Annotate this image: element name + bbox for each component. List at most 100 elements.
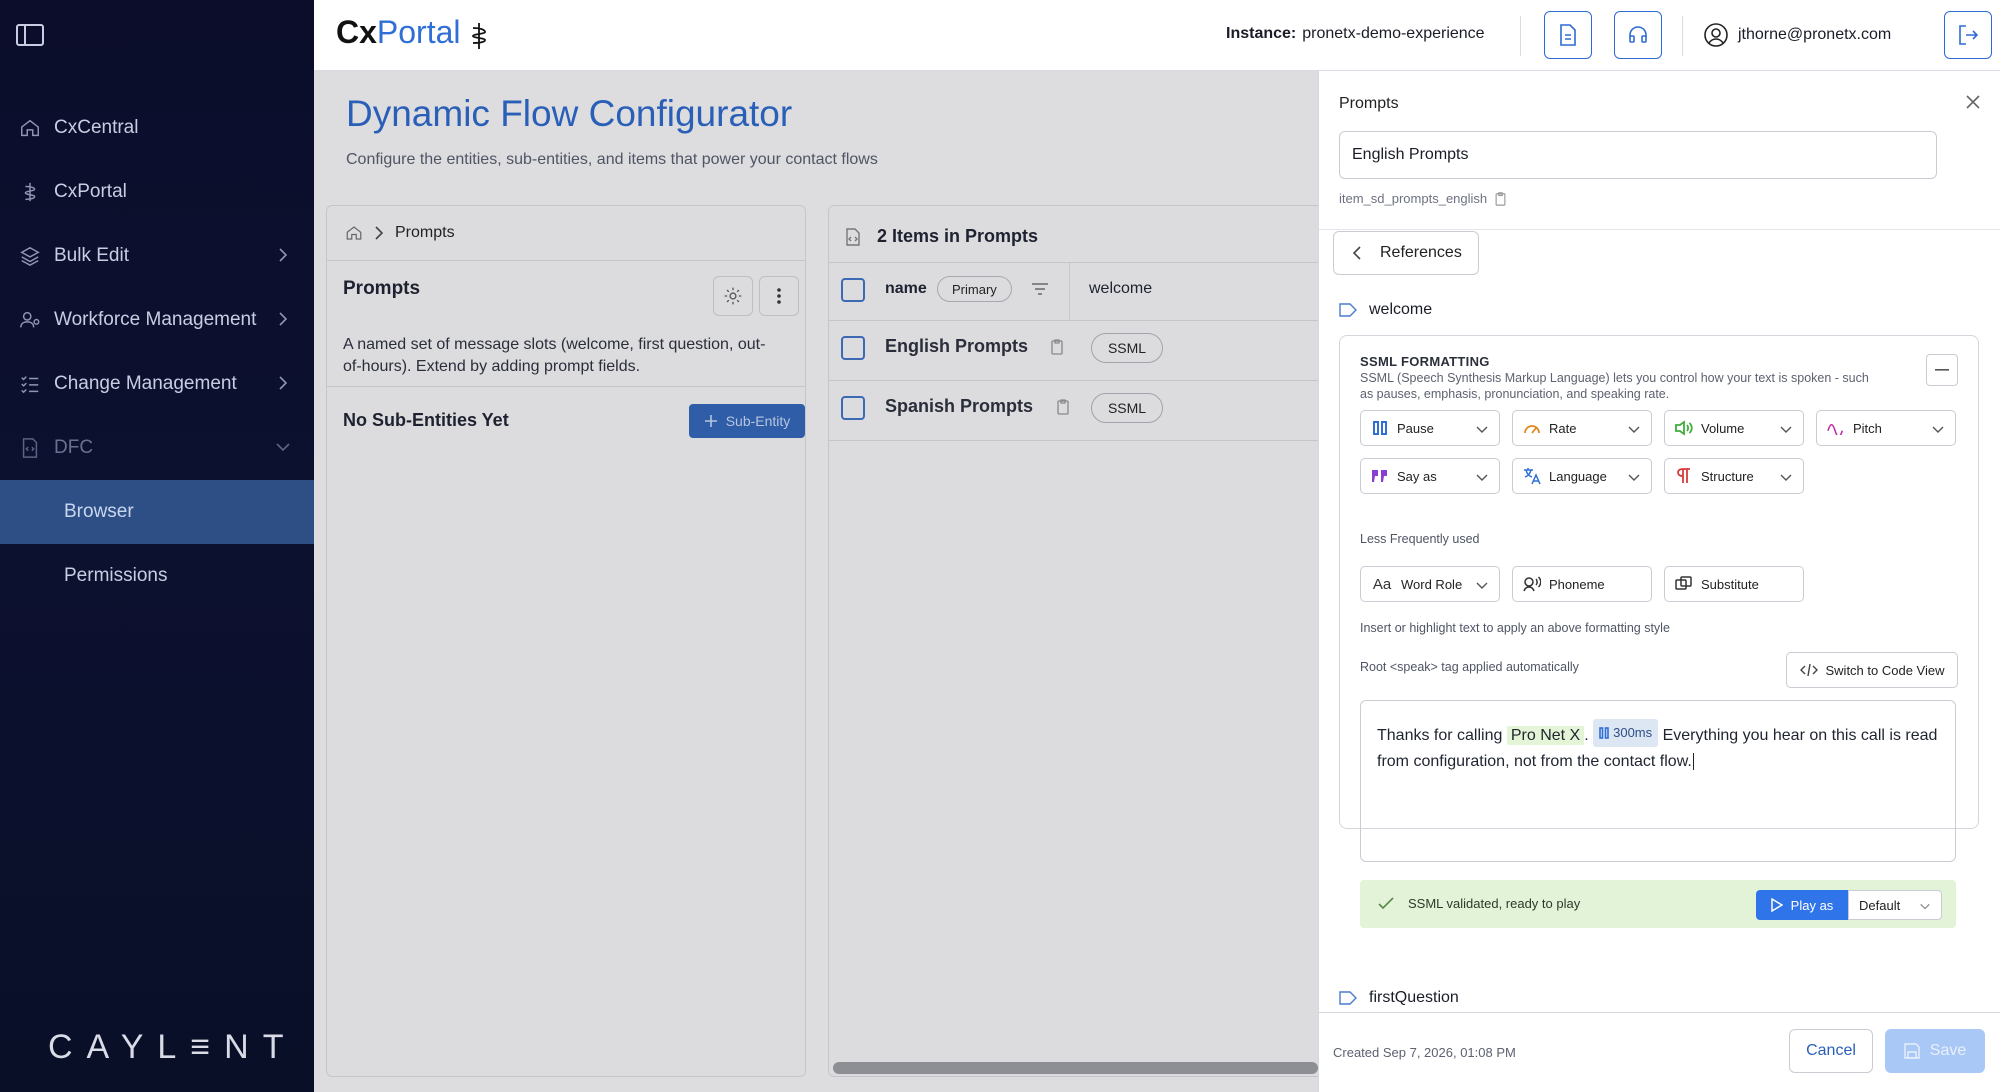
item-name-input[interactable] (1339, 131, 1937, 179)
documents-button[interactable] (1544, 11, 1592, 59)
chevron-down-icon (1475, 578, 1489, 592)
entity-more-button[interactable] (759, 276, 799, 316)
substitute-tool-button[interactable]: Substitute (1664, 566, 1804, 602)
sidebar-item-cxcentral[interactable]: CxCentral (0, 96, 314, 160)
created-timestamp: Created Sep 7, 2026, 01:08 PM (1333, 1045, 1516, 1060)
paragraph-icon (1675, 467, 1693, 485)
tool-label: Pitch (1853, 420, 1882, 436)
cancel-button[interactable]: Cancel (1789, 1029, 1873, 1073)
sidebar-toggle-icon[interactable] (16, 24, 44, 46)
breadcrumb: Prompts (345, 224, 455, 242)
support-button[interactable] (1614, 11, 1662, 59)
pause-tool-button[interactable]: Pause (1360, 410, 1500, 446)
voice-select[interactable]: Default (1848, 890, 1942, 920)
column-header-welcome[interactable]: welcome (1089, 280, 1152, 298)
ssml-text-editor[interactable]: Thanks for calling Pro Net X. 300ms Ever… (1360, 700, 1956, 862)
sidebar-item-workforce-management[interactable]: Workforce Management (0, 288, 314, 352)
chevron-down-icon (1919, 900, 1931, 912)
checklist-icon (18, 372, 42, 396)
item-id-text: item_sd_prompts_english (1339, 191, 1488, 206)
filter-icon[interactable] (1031, 282, 1049, 296)
ssml-badge[interactable]: SSML (1091, 393, 1163, 423)
slot-label: welcome (1369, 301, 1433, 318)
tool-label: Substitute (1701, 576, 1759, 592)
copy-icon[interactable] (1051, 339, 1063, 355)
structure-tool-button[interactable]: Structure (1664, 458, 1804, 494)
horizontal-scrollbar[interactable] (833, 1062, 1318, 1074)
code-icon (1799, 663, 1818, 677)
row-checkbox[interactable] (841, 396, 865, 420)
formatting-hint: Insert or highlight text to apply an abo… (1360, 621, 1670, 635)
sidebar-item-label: Change Management (54, 373, 237, 394)
validation-bar: SSML validated, ready to play Play as De… (1360, 880, 1956, 928)
save-button[interactable]: Save (1885, 1029, 1985, 1073)
play-as-button[interactable]: Play as (1756, 890, 1848, 920)
minus-icon (1935, 369, 1949, 371)
references-button[interactable]: References (1333, 231, 1479, 275)
home-icon[interactable] (345, 224, 363, 242)
add-sub-entity-button[interactable]: Sub-Entity (689, 404, 805, 438)
item-id: item_sd_prompts_english (1339, 191, 1506, 206)
sidebar-item-label: CxCentral (54, 117, 139, 138)
entity-card: Prompts Prompts A named set of message s… (326, 205, 806, 1077)
row-name[interactable]: English Prompts (885, 336, 1028, 357)
less-frequent-label: Less Frequently used (1360, 532, 1480, 546)
highlighted-text[interactable]: Pro Net X (1506, 726, 1585, 745)
sidebar-item-dfc[interactable]: DFC (0, 416, 314, 480)
row-name[interactable]: Spanish Prompts (885, 396, 1033, 417)
column-header-name[interactable]: name (885, 280, 927, 298)
divider (1069, 262, 1070, 320)
slot-label: firstQuestion (1369, 989, 1459, 1006)
tool-label: Volume (1701, 420, 1745, 436)
language-tool-button[interactable]: Language (1512, 458, 1652, 494)
main-content: Dynamic Flow Configurator Configure the … (314, 71, 1332, 1092)
chevron-down-icon (1779, 470, 1793, 484)
pause-icon (1599, 727, 1609, 739)
chevron-down-icon (274, 438, 292, 456)
sidebar-item-change-management[interactable]: Change Management (0, 352, 314, 416)
tool-label: Pause (1397, 420, 1434, 436)
user-menu[interactable]: jthorne@pronetx.com (1704, 23, 1891, 47)
divider (829, 320, 1332, 321)
phoneme-tool-button[interactable]: Phoneme (1512, 566, 1652, 602)
collapse-button[interactable] (1926, 354, 1958, 386)
quote-icon (1371, 467, 1389, 485)
rate-tool-button[interactable]: Rate (1512, 410, 1652, 446)
sidebar-subitem-permissions[interactable]: Permissions (0, 544, 314, 608)
sidebar-item-cxportal[interactable]: CxPortal (0, 160, 314, 224)
portal-icon (18, 180, 42, 204)
panel-label: Prompts (1339, 95, 1399, 112)
speaker-slot-icon (1339, 990, 1359, 1006)
divider (829, 380, 1332, 381)
ssml-badge[interactable]: SSML (1091, 333, 1163, 363)
copy-icon[interactable] (1057, 399, 1069, 415)
app-logo[interactable]: CxPortal (336, 14, 461, 51)
select-all-checkbox[interactable] (841, 278, 865, 302)
sidebar-subitem-browser[interactable]: Browser (0, 480, 314, 544)
editor-text: Thanks for calling (1377, 727, 1507, 744)
entity-settings-button[interactable] (713, 276, 753, 316)
items-card: 2 Items in Prompts name Primary welcome … (828, 205, 1332, 1077)
headset-icon (1627, 24, 1649, 46)
break-tag[interactable]: 300ms (1593, 719, 1659, 747)
code-view-label: Switch to Code View (1825, 662, 1945, 678)
switch-to-code-view-button[interactable]: Switch to Code View (1786, 652, 1958, 688)
logout-button[interactable] (1944, 11, 1992, 59)
say-as-tool-button[interactable]: Say as (1360, 458, 1500, 494)
pitch-tool-button[interactable]: Pitch (1816, 410, 1956, 446)
close-icon[interactable] (1964, 93, 1982, 111)
word-role-tool-button[interactable]: Aa Word Role (1360, 566, 1500, 602)
brand-logo: CAYL≡NT (48, 1028, 298, 1066)
sidebar-item-bulk-edit[interactable]: Bulk Edit (0, 224, 314, 288)
row-checkbox[interactable] (841, 336, 865, 360)
tool-label: Phoneme (1549, 576, 1605, 592)
divider (1319, 229, 2000, 230)
volume-tool-button[interactable]: Volume (1664, 410, 1804, 446)
speaker-icon (1523, 575, 1541, 593)
entity-description: A named set of message slots (welcome, f… (343, 336, 766, 375)
sidebar: CxCentral CxPortal Bulk Edit Workforce M… (0, 0, 314, 1092)
items-file-icon (845, 228, 861, 246)
copy-icon[interactable] (1495, 191, 1506, 206)
chevron-left-icon (1352, 245, 1362, 261)
translate-icon (1523, 467, 1541, 485)
